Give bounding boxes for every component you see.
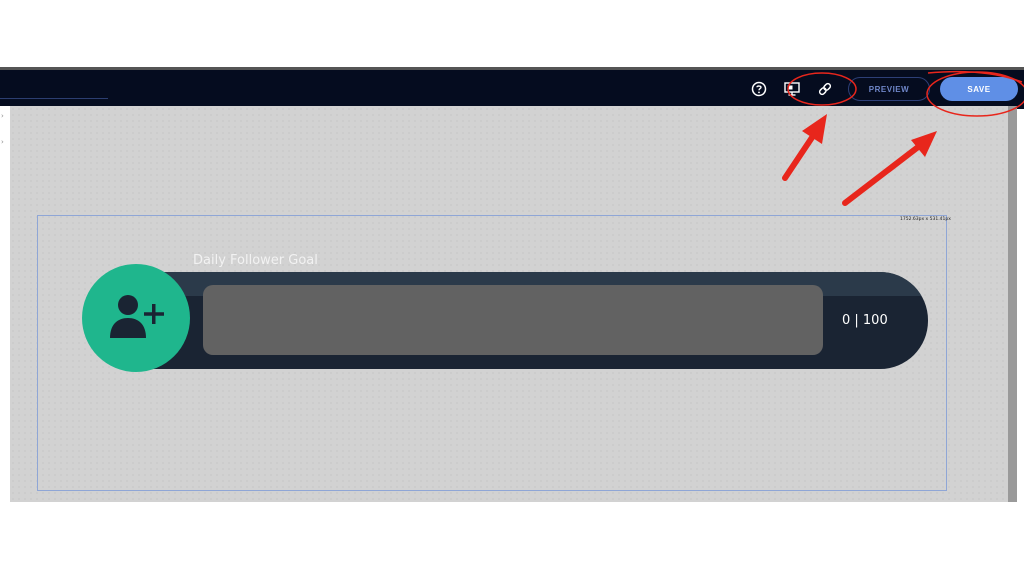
goal-progress-bar[interactable]: 0 | 100 [140, 272, 928, 369]
avatar-badge [82, 264, 190, 372]
chevron-icon[interactable]: › [1, 138, 4, 146]
top-toolbar: PREVIEW SAVE [0, 67, 1024, 109]
left-panel-edge: › › [0, 106, 10, 220]
chevron-icon[interactable]: › [1, 112, 4, 120]
save-button[interactable]: SAVE [940, 77, 1018, 101]
vertical-scrollbar[interactable] [1008, 106, 1017, 502]
widget-dimensions: 1752.63px x 531.41px [900, 217, 951, 222]
goal-title: Daily Follower Goal [193, 253, 318, 268]
add-user-icon [110, 295, 164, 338]
preview-button[interactable]: PREVIEW [848, 77, 930, 101]
progress-track [203, 285, 823, 355]
help-icon[interactable] [749, 79, 769, 99]
screen-preview-icon[interactable] [782, 79, 802, 99]
link-icon[interactable] [815, 79, 835, 99]
progress-count: 0 | 100 [842, 313, 888, 328]
url-field-underline [0, 98, 108, 99]
